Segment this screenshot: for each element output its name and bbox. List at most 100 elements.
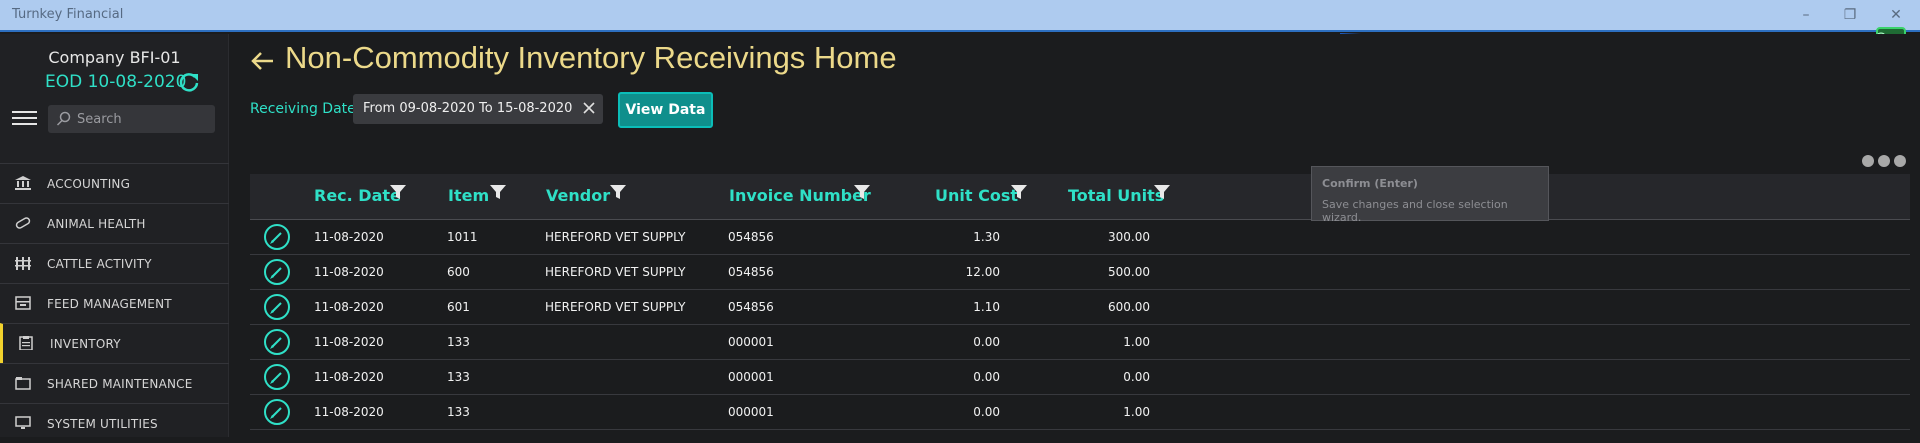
cell-invoice-number: 054856 [728, 300, 774, 314]
fence-icon [15, 257, 31, 270]
sidebar-item-label: ACCOUNTING [47, 177, 131, 191]
receivings-grid: Rec. Date Item Vendor Invoice Number Uni… [250, 174, 1910, 430]
column-header-invoice-number[interactable]: Invoice Number [729, 184, 871, 205]
column-header-vendor[interactable]: Vendor [546, 185, 626, 205]
bank-icon [15, 176, 31, 190]
edit-icon[interactable] [264, 364, 290, 390]
sidebar-item-label: ANIMAL HEALTH [47, 217, 146, 231]
cell-invoice-number: 000001 [728, 335, 774, 349]
sidebar-item-inventory[interactable]: INVENTORY [0, 323, 229, 363]
cell-total-units: 600.00 [1108, 300, 1150, 314]
edit-icon[interactable] [264, 259, 290, 285]
column-header-rec-date[interactable]: Rec. Date [314, 185, 406, 205]
restore-icon[interactable]: ❐ [1834, 4, 1866, 26]
view-data-button[interactable]: View Data [618, 92, 713, 128]
cell-vendor: HEREFORD VET SUPPLY [545, 300, 686, 314]
column-header-total-units[interactable]: Total Units [1068, 185, 1170, 205]
cell-unit-cost: 1.10 [973, 300, 1000, 314]
table-row[interactable]: 11-08-2020 1011 HEREFORD VET SUPPLY 0548… [250, 220, 1910, 255]
cell-item: 601 [447, 300, 470, 314]
table-row[interactable]: 11-08-2020 133 000001 0.00 0.00 [250, 360, 1910, 395]
search-placeholder: Search [77, 112, 122, 127]
window-titlebar: Turnkey Financial – ❐ ✕ [0, 0, 1920, 32]
cell-rec-date: 11-08-2020 [314, 300, 384, 314]
clear-icon[interactable] [581, 100, 597, 116]
tooltip-text: Save changes and close selection wizard. [1322, 198, 1508, 224]
cell-total-units: 500.00 [1108, 265, 1150, 279]
app-title: Turnkey Financial [12, 7, 124, 22]
filter-icon[interactable] [490, 184, 506, 200]
confirm-tooltip: Confirm (Enter) Save changes and close s… [1311, 166, 1549, 224]
cell-rec-date: 11-08-2020 [314, 370, 384, 384]
filter-icon[interactable] [1154, 184, 1170, 200]
sidebar-item-accounting[interactable]: ACCOUNTING [0, 163, 229, 203]
company-name: Company BFI-01 [48, 48, 181, 67]
monitor-icon [15, 416, 31, 429]
filter-icon[interactable] [610, 184, 626, 200]
date-range-input[interactable]: From 09-08-2020 To 15-08-2020 [353, 94, 603, 124]
back-arrow-icon[interactable] [250, 48, 276, 74]
table-row[interactable]: 11-08-2020 133 000001 0.00 1.00 [250, 395, 1910, 430]
sidebar-item-label: INVENTORY [50, 337, 121, 351]
cell-unit-cost: 1.30 [973, 230, 1000, 244]
cell-invoice-number: 054856 [728, 265, 774, 279]
edit-icon[interactable] [264, 294, 290, 320]
cell-total-units: 1.00 [1123, 405, 1150, 419]
filter-icon[interactable] [390, 184, 406, 200]
cell-item: 133 [447, 405, 470, 419]
date-range-value: From 09-08-2020 To 15-08-2020 [363, 101, 573, 116]
pill-icon [15, 217, 31, 229]
sidebar-item-cattle-activity[interactable]: CATTLE ACTIVITY [0, 243, 229, 283]
cell-unit-cost: 0.00 [973, 405, 1000, 419]
cell-invoice-number: 000001 [728, 370, 774, 384]
column-header-item[interactable]: Item [448, 185, 506, 205]
folder-icon [15, 377, 31, 390]
cell-total-units: 300.00 [1108, 230, 1150, 244]
clipboard-icon [19, 336, 33, 350]
cell-unit-cost: 0.00 [973, 370, 1000, 384]
cell-item: 600 [447, 265, 470, 279]
more-options-icon[interactable] [1862, 152, 1910, 171]
cell-invoice-number: 000001 [728, 405, 774, 419]
edit-icon[interactable] [264, 399, 290, 425]
sidebar-item-label: SHARED MAINTENANCE [47, 377, 193, 391]
sidebar-item-label: CATTLE ACTIVITY [47, 257, 152, 271]
sidebar-item-shared-maintenance[interactable]: SHARED MAINTENANCE [0, 363, 229, 403]
cell-total-units: 0.00 [1123, 370, 1150, 384]
cell-rec-date: 11-08-2020 [314, 405, 384, 419]
search-icon [56, 111, 71, 126]
cell-total-units: 1.00 [1123, 335, 1150, 349]
table-row[interactable]: 11-08-2020 600 HEREFORD VET SUPPLY 05485… [250, 255, 1910, 290]
sidebar: Company BFI-01 EOD 10-08-2020 Search ACC… [0, 34, 229, 437]
filter-icon[interactable] [854, 184, 870, 200]
table-row[interactable]: 11-08-2020 601 HEREFORD VET SUPPLY 05485… [250, 290, 1910, 325]
grid-header: Rec. Date Item Vendor Invoice Number Uni… [250, 174, 1910, 220]
filter-icon[interactable] [1011, 184, 1027, 200]
search-field[interactable]: Search [48, 105, 215, 133]
column-header-unit-cost[interactable]: Unit Cost [935, 185, 1027, 205]
edit-icon[interactable] [264, 329, 290, 355]
cell-item: 133 [447, 370, 470, 384]
hamburger-menu-icon[interactable] [12, 111, 37, 129]
table-row[interactable]: 11-08-2020 133 000001 0.00 1.00 [250, 325, 1910, 360]
feed-icon [15, 296, 31, 310]
cell-rec-date: 11-08-2020 [314, 230, 384, 244]
refresh-icon[interactable] [177, 70, 201, 94]
cell-item: 1011 [447, 230, 478, 244]
page-title: Non-Commodity Inventory Receivings Home [285, 40, 897, 75]
cell-rec-date: 11-08-2020 [314, 265, 384, 279]
tooltip-title: Confirm (Enter) [1322, 177, 1418, 190]
cell-rec-date: 11-08-2020 [314, 335, 384, 349]
sidebar-item-label: SYSTEM UTILITIES [47, 417, 158, 431]
edit-icon[interactable] [264, 224, 290, 250]
eod-date: EOD 10-08-2020 [45, 72, 187, 92]
cell-unit-cost: 0.00 [973, 335, 1000, 349]
sidebar-item-system-utilities[interactable]: SYSTEM UTILITIES [0, 403, 229, 443]
sidebar-item-feed-management[interactable]: FEED MANAGEMENT [0, 283, 229, 323]
minimize-icon[interactable]: – [1790, 4, 1822, 26]
cell-item: 133 [447, 335, 470, 349]
main-content: Non-Commodity Inventory Receivings Home … [230, 34, 1920, 437]
receiving-date-label: Receiving Date [250, 101, 356, 117]
sidebar-item-animal-health[interactable]: ANIMAL HEALTH [0, 203, 229, 243]
close-icon[interactable]: ✕ [1880, 4, 1912, 26]
